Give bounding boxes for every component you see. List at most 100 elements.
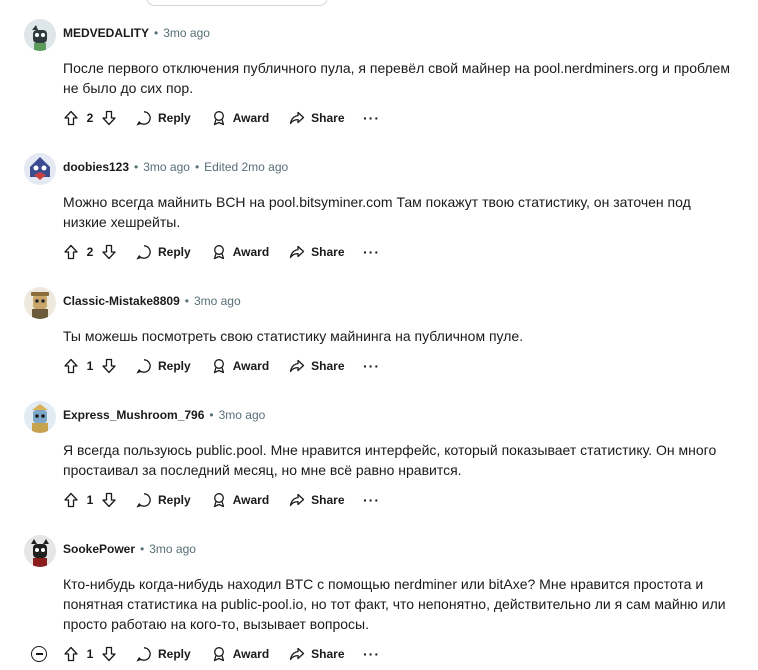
reply-button[interactable]: Reply xyxy=(128,237,199,267)
award-button[interactable]: Award xyxy=(203,351,277,381)
timestamp[interactable]: 3mo ago xyxy=(163,26,210,40)
award-icon xyxy=(213,647,224,662)
separator-dot: • xyxy=(194,160,200,174)
award-button[interactable]: Award xyxy=(203,639,277,669)
author-name[interactable]: Express_Mushroom_796 xyxy=(63,408,204,422)
comment-bubble-icon xyxy=(136,493,151,508)
reply-button[interactable]: Reply xyxy=(128,351,199,381)
more-options-button[interactable]: ··· xyxy=(357,103,387,133)
award-icon xyxy=(213,111,224,126)
share-button[interactable]: Share xyxy=(281,639,352,669)
share-button[interactable]: Share xyxy=(281,103,352,133)
author-name[interactable]: doobies123 xyxy=(63,160,129,174)
share-icon xyxy=(290,111,305,125)
comment-actions: 1 Reply Award Share ··· xyxy=(56,350,387,382)
vote-group: 1 xyxy=(56,639,124,669)
separator-dot: • xyxy=(209,408,214,422)
comment-body: Кто-нибудь когда-нибудь находил BTC с по… xyxy=(63,576,726,632)
arrow-down-icon xyxy=(102,358,116,374)
reply-button[interactable]: Reply xyxy=(128,103,199,133)
upvote-button[interactable] xyxy=(56,351,86,381)
share-icon xyxy=(290,245,305,259)
award-button[interactable]: Award xyxy=(203,237,277,267)
comment-meta: SookePower • 3mo ago xyxy=(63,541,196,557)
award-icon xyxy=(213,493,224,508)
award-label: Award xyxy=(232,111,270,125)
award-label: Award xyxy=(232,245,270,259)
vote-group: 2 xyxy=(56,103,124,133)
avatar-icon xyxy=(24,401,56,433)
comment-body: Я всегда пользуюсь public.pool. Мне нрав… xyxy=(63,442,717,478)
comment-meta: Classic-Mistake8809 • 3mo ago xyxy=(63,293,241,309)
upvote-button[interactable] xyxy=(56,103,86,133)
avatar[interactable] xyxy=(24,287,56,319)
avatar[interactable] xyxy=(24,401,56,433)
avatar[interactable] xyxy=(24,535,56,567)
arrow-down-icon xyxy=(102,492,116,508)
reply-label: Reply xyxy=(158,245,191,259)
comment: doobies123 • 3mo ago • Edited 2mo ago Можно … xyxy=(0,150,758,280)
timestamp[interactable]: 3mo ago xyxy=(194,294,241,308)
reply-button[interactable]: Reply xyxy=(128,485,199,515)
arrow-up-icon xyxy=(64,358,78,374)
vote-count: 1 xyxy=(86,493,94,507)
minus-icon xyxy=(35,653,43,655)
comment-body: Ты можешь посмотреть свою статистику май… xyxy=(63,328,524,344)
timestamp[interactable]: 3mo ago xyxy=(219,408,266,422)
share-label: Share xyxy=(311,647,345,661)
reply-label: Reply xyxy=(158,493,191,507)
arrow-down-icon xyxy=(102,646,116,662)
more-options-button[interactable]: ··· xyxy=(357,351,387,381)
comment-actions: 2 Reply Award Share ··· xyxy=(56,236,387,268)
award-button[interactable]: Award xyxy=(203,103,277,133)
vote-group: 2 xyxy=(56,237,124,267)
award-button[interactable]: Award xyxy=(203,485,277,515)
downvote-button[interactable] xyxy=(94,639,124,669)
share-button[interactable]: Share xyxy=(281,485,352,515)
award-icon xyxy=(213,359,224,374)
upvote-button[interactable] xyxy=(56,485,86,515)
comment-bubble-icon xyxy=(136,111,151,126)
author-name[interactable]: SookePower xyxy=(63,542,135,556)
downvote-button[interactable] xyxy=(94,237,124,267)
more-options-button[interactable]: ··· xyxy=(357,639,387,669)
author-name[interactable]: MEDVEDALITY xyxy=(63,26,149,40)
share-button[interactable]: Share xyxy=(281,351,352,381)
comment-bubble-icon xyxy=(136,359,151,374)
more-options-button[interactable]: ··· xyxy=(357,237,387,267)
reply-label: Reply xyxy=(158,647,191,661)
upvote-button[interactable] xyxy=(56,639,86,669)
award-label: Award xyxy=(232,493,270,507)
avatar[interactable] xyxy=(24,19,56,51)
downvote-button[interactable] xyxy=(94,485,124,515)
timestamp[interactable]: 3mo ago xyxy=(149,542,196,556)
share-button[interactable]: Share xyxy=(281,237,352,267)
more-options-button[interactable]: ··· xyxy=(357,485,387,515)
comment-bubble-icon xyxy=(136,647,151,662)
separator-dot: • xyxy=(154,26,159,40)
upvote-button[interactable] xyxy=(56,237,86,267)
award-label: Award xyxy=(232,647,270,661)
comment-meta: MEDVEDALITY • 3mo ago xyxy=(63,25,210,41)
vote-count: 1 xyxy=(86,647,94,661)
collapse-thread-button[interactable] xyxy=(31,646,47,662)
share-icon xyxy=(290,359,305,373)
timestamp[interactable]: 3mo ago xyxy=(143,160,190,174)
reply-button[interactable]: Reply xyxy=(128,639,199,669)
edited-label: Edited 2mo ago xyxy=(204,160,289,174)
comment-body: Можно всегда майнить BCH на pool.bitsymi… xyxy=(63,194,691,230)
avatar[interactable] xyxy=(24,153,56,185)
downvote-button[interactable] xyxy=(94,351,124,381)
author-name[interactable]: Classic-Mistake8809 xyxy=(63,294,180,308)
share-label: Share xyxy=(311,493,345,507)
comment-body: После первого отключения публичного пула… xyxy=(63,60,730,96)
comment-meta: doobies123 • 3mo ago • Edited 2mo ago xyxy=(63,159,288,175)
comment: Classic-Mistake8809 • 3mo ago Ты можешь по… xyxy=(0,284,758,394)
avatar-icon xyxy=(24,535,56,567)
comment-actions: 1 Reply Award Share ··· xyxy=(56,638,387,670)
arrow-up-icon xyxy=(64,110,78,126)
comment-bubble-icon xyxy=(136,245,151,260)
award-label: Award xyxy=(232,359,270,373)
arrow-up-icon xyxy=(64,244,78,260)
downvote-button[interactable] xyxy=(94,103,124,133)
